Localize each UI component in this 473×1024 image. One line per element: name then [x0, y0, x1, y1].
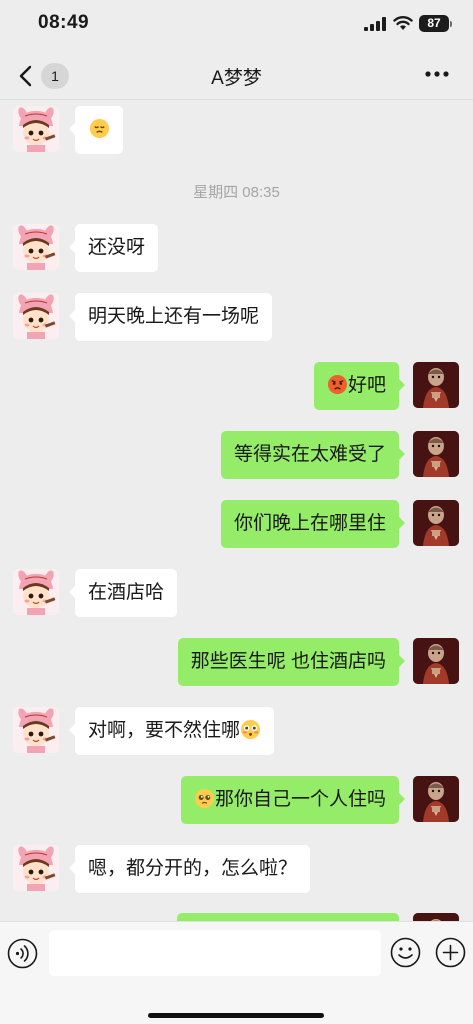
message-bubble[interactable]: 对啊，要不然住哪 — [68, 707, 275, 755]
more-dots-icon[interactable] — [424, 68, 450, 80]
chat-title: A梦梦 — [211, 68, 262, 89]
message-text: 那你自己一个人住吗 — [214, 789, 386, 810]
message-bubble[interactable] — [177, 913, 399, 921]
angry-face-emoji — [327, 374, 348, 395]
message-input[interactable] — [49, 930, 381, 976]
contact-avatar[interactable] — [13, 293, 59, 339]
sleepy-face-emoji — [89, 118, 109, 139]
contact-avatar[interactable] — [13, 707, 59, 753]
contact-avatar[interactable] — [13, 845, 59, 891]
contact-avatar[interactable] — [13, 569, 59, 615]
message-bubble[interactable] — [69, 106, 123, 154]
my-avatar[interactable] — [413, 500, 459, 546]
wifi-icon — [393, 16, 413, 30]
chat-area[interactable]: 星期四 08:35 还没呀 明天晚上还有一场呢 好吧 等得实在太难受了 你们晚上… — [0, 101, 473, 921]
message-bubble[interactable]: 还没呀 — [68, 224, 159, 272]
battery-indicator: 87 — [419, 15, 449, 32]
my-avatar[interactable] — [413, 431, 459, 477]
message-text: 对啊，要不然住哪 — [88, 720, 241, 741]
message-text: 好吧 — [347, 375, 386, 396]
status-time: 08:49 — [38, 12, 90, 33]
message-bubble[interactable]: 明天晚上还有一场呢 — [68, 293, 273, 341]
battery-tip — [450, 21, 452, 27]
my-avatar[interactable] — [413, 913, 459, 921]
message-bubble[interactable]: 你们晚上在哪里住 — [220, 500, 406, 548]
my-avatar[interactable] — [413, 362, 459, 408]
message-bubble[interactable]: 那些医生呢 也住酒店吗 — [177, 638, 406, 686]
contact-avatar[interactable] — [13, 106, 59, 152]
message-timestamp: 星期四 08:35 — [193, 184, 280, 201]
pleading-face-emoji — [194, 788, 215, 809]
voice-icon[interactable] — [7, 938, 38, 969]
flushed-face-emoji — [240, 719, 261, 740]
my-avatar[interactable] — [413, 776, 459, 822]
nav-bar: 1 A梦梦 — [0, 50, 473, 100]
message-bubble[interactable]: 好吧 — [313, 362, 406, 410]
message-bubble[interactable]: 等得实在太难受了 — [220, 431, 406, 479]
contact-avatar[interactable] — [13, 224, 59, 270]
input-bar — [0, 921, 473, 1024]
cellular-signal-icon — [364, 17, 386, 31]
message-bubble[interactable]: 在酒店哈 — [68, 569, 178, 617]
message-bubble[interactable]: 嗯，都分开的，怎么啦？ — [68, 845, 311, 893]
status-bar: 08:49 87 — [0, 0, 473, 50]
message-bubble[interactable]: 那你自己一个人住吗 — [180, 776, 406, 824]
emoji-icon[interactable] — [390, 937, 421, 968]
home-indicator — [148, 1013, 324, 1018]
plus-icon[interactable] — [435, 937, 466, 968]
my-avatar[interactable] — [413, 638, 459, 684]
